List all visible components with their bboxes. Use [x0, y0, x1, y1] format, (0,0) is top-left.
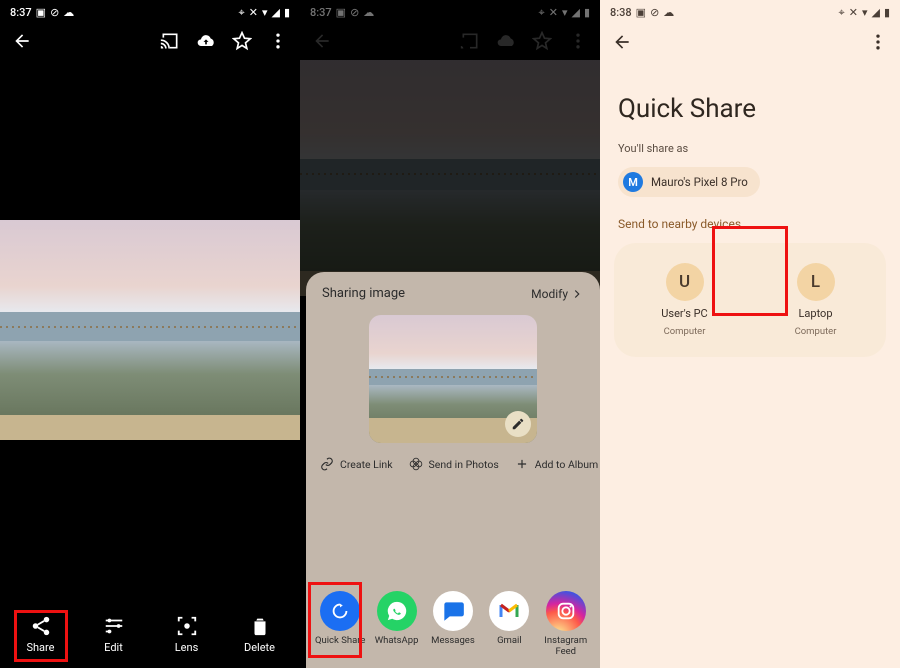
status-time: 8:38 [610, 6, 632, 19]
status-time: 8:37 [10, 6, 32, 19]
whatsapp-app[interactable]: WhatsApp [370, 591, 424, 658]
status-bar: 8:37 ▣ ⊘ ☁ ⌖ ✕ ▾ ◢ ▮ [0, 0, 300, 24]
dnd-icon: ⊘ [50, 7, 59, 18]
whatsapp-icon [377, 591, 417, 631]
signal-icon: ◢ [871, 7, 879, 18]
edit-thumbnail-button[interactable] [505, 411, 531, 437]
app-bar [0, 24, 300, 62]
share-as-label: You'll share as [600, 134, 900, 163]
back-button[interactable] [12, 31, 32, 55]
instagram-icon [546, 591, 586, 631]
avatar: M [623, 172, 643, 192]
status-bar: 8:38 ▣ ⊘ ☁ ⌖ ✕ ▾ ◢ ▮ [600, 0, 900, 24]
device-avatar: U [666, 263, 704, 301]
share-thumbnail[interactable] [369, 315, 537, 443]
device-type: Computer [664, 326, 706, 337]
delete-label: Delete [244, 641, 275, 654]
edit-button[interactable]: Edit [84, 615, 144, 654]
page-title: Quick Share [600, 64, 900, 134]
device-name: User's PC [661, 307, 707, 320]
cloud-upload-icon[interactable] [196, 31, 216, 55]
panel-quick-share: 8:38 ▣ ⊘ ☁ ⌖ ✕ ▾ ◢ ▮ Quick Share You'll … [600, 0, 900, 668]
create-link-chip[interactable]: Create Link [320, 457, 393, 471]
wifi-icon: ▾ [862, 7, 868, 18]
panel-photo-viewer: 8:37 ▣ ⊘ ☁ ⌖ ✕ ▾ ◢ ▮ Share Edi [0, 0, 300, 668]
cloud-icon: ☁ [63, 7, 74, 18]
bluetooth-icon: ⌖ [839, 7, 845, 18]
modify-button[interactable]: Modify [531, 287, 584, 301]
more-icon[interactable] [868, 32, 888, 56]
gmail-app[interactable]: Gmail [482, 591, 536, 658]
device-name: Laptop [798, 307, 832, 320]
device-avatar: L [797, 263, 835, 301]
cloud-icon: ☁ [663, 7, 674, 18]
lens-button[interactable]: Lens [157, 615, 217, 654]
user-name: Mauro's Pixel 8 Pro [651, 175, 748, 189]
share-chip-row: Create Link Send in Photos Add to Album … [306, 443, 600, 471]
user-chip[interactable]: M Mauro's Pixel 8 Pro [618, 167, 760, 197]
dnd-icon: ⊘ [650, 7, 659, 18]
messages-app[interactable]: Messages [426, 591, 480, 658]
back-button[interactable] [612, 32, 632, 56]
device-type: Computer [795, 326, 837, 337]
panel-share-sheet: 8:37 ▣ ⊘ ☁ ⌖ ✕ ▾ ◢ ▮ Sharing image Modif… [300, 0, 600, 668]
photo-content[interactable] [0, 220, 300, 440]
bluetooth-icon: ⌖ [239, 7, 245, 18]
gmail-icon [489, 591, 529, 631]
signal-icon: ◢ [271, 7, 279, 18]
delete-button[interactable]: Delete [230, 615, 290, 654]
star-icon[interactable] [232, 31, 252, 55]
wifi-icon: ▾ [262, 7, 268, 18]
vibrate-icon: ✕ [849, 7, 858, 18]
highlight-laptop [712, 226, 788, 316]
cast-icon[interactable] [160, 31, 180, 55]
app-bar [600, 24, 900, 64]
edit-label: Edit [104, 641, 123, 654]
send-in-photos-chip[interactable]: Send in Photos [409, 457, 499, 471]
highlight-share [14, 610, 68, 662]
lens-label: Lens [175, 641, 199, 654]
battery-icon: ▮ [884, 7, 890, 18]
add-to-album-chip[interactable]: Add to Album [515, 457, 599, 471]
battery-icon: ▮ [284, 7, 290, 18]
messages-icon [433, 591, 473, 631]
screenshot-saved-icon: ▣ [36, 7, 46, 18]
sheet-title: Sharing image [322, 286, 405, 301]
screenshot-saved-icon: ▣ [636, 7, 646, 18]
vibrate-icon: ✕ [249, 7, 258, 18]
more-icon[interactable] [268, 31, 288, 55]
highlight-quickshare [308, 582, 362, 658]
instagram-app[interactable]: Instagram Feed [539, 591, 593, 658]
